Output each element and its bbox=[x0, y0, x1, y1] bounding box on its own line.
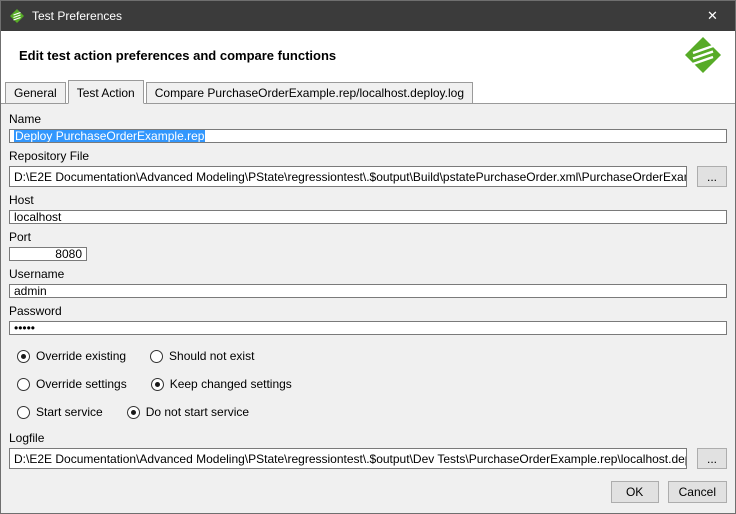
host-label: Host bbox=[9, 193, 727, 207]
password-input[interactable]: ••••• bbox=[9, 321, 727, 335]
host-input[interactable]: localhost bbox=[9, 210, 727, 224]
dialog-footer: OK Cancel bbox=[9, 469, 727, 503]
radio-label: Override settings bbox=[36, 377, 127, 391]
radio-keep-changed-settings[interactable]: Keep changed settings bbox=[151, 377, 292, 391]
logfile-label: Logfile bbox=[9, 431, 727, 445]
radio-label: Start service bbox=[36, 405, 103, 419]
tab-content: Name Deploy PurchaseOrderExample.rep Rep… bbox=[1, 104, 735, 513]
test-preferences-dialog: Test Preferences ✕ Edit test action pref… bbox=[0, 0, 736, 514]
window-title: Test Preferences bbox=[32, 9, 122, 23]
radio-label: Keep changed settings bbox=[170, 377, 292, 391]
e2e-logo-icon bbox=[683, 35, 723, 75]
radio-should-not-exist[interactable]: Should not exist bbox=[150, 349, 254, 363]
tab-general[interactable]: General bbox=[5, 82, 66, 104]
port-label: Port bbox=[9, 230, 727, 244]
radio-label: Override existing bbox=[36, 349, 126, 363]
radio-circle-icon[interactable] bbox=[151, 378, 164, 391]
logfile-browse-button[interactable]: ... bbox=[697, 448, 727, 469]
radio-start-service[interactable]: Start service bbox=[17, 405, 103, 419]
app-icon bbox=[9, 8, 25, 24]
settings-options-row: Override settings Keep changed settings bbox=[9, 377, 727, 391]
tab-bar: General Test Action Compare PurchaseOrde… bbox=[1, 79, 735, 104]
service-options-row: Start service Do not start service bbox=[9, 405, 727, 419]
radio-label: Do not start service bbox=[146, 405, 249, 419]
exist-options-row: Override existing Should not exist bbox=[9, 349, 727, 363]
radio-circle-icon[interactable] bbox=[17, 350, 30, 363]
logfile-input[interactable]: D:\E2E Documentation\Advanced Modeling\P… bbox=[9, 448, 687, 469]
name-input-value: Deploy PurchaseOrderExample.rep bbox=[14, 129, 205, 143]
radio-circle-icon[interactable] bbox=[127, 406, 140, 419]
titlebar[interactable]: Test Preferences ✕ bbox=[1, 1, 735, 31]
repository-file-input[interactable]: D:\E2E Documentation\Advanced Modeling\P… bbox=[9, 166, 687, 187]
close-icon[interactable]: ✕ bbox=[690, 1, 735, 31]
name-label: Name bbox=[9, 112, 727, 126]
username-input[interactable]: admin bbox=[9, 284, 727, 298]
password-label: Password bbox=[9, 304, 727, 318]
repository-file-browse-button[interactable]: ... bbox=[697, 166, 727, 187]
username-label: Username bbox=[9, 267, 727, 281]
radio-override-settings[interactable]: Override settings bbox=[17, 377, 127, 391]
tab-compare[interactable]: Compare PurchaseOrderExample.rep/localho… bbox=[146, 82, 473, 104]
radio-circle-icon[interactable] bbox=[17, 378, 30, 391]
radio-do-not-start-service[interactable]: Do not start service bbox=[127, 405, 249, 419]
radio-circle-icon[interactable] bbox=[17, 406, 30, 419]
cancel-button[interactable]: Cancel bbox=[668, 481, 727, 503]
radio-override-existing[interactable]: Override existing bbox=[17, 349, 126, 363]
name-input[interactable]: Deploy PurchaseOrderExample.rep bbox=[9, 129, 727, 143]
tab-test-action[interactable]: Test Action bbox=[68, 80, 144, 104]
dialog-header: Edit test action preferences and compare… bbox=[1, 31, 735, 79]
port-input[interactable]: 8080 bbox=[9, 247, 87, 261]
ok-button[interactable]: OK bbox=[611, 481, 659, 503]
repository-file-label: Repository File bbox=[9, 149, 727, 163]
radio-circle-icon[interactable] bbox=[150, 350, 163, 363]
dialog-description: Edit test action preferences and compare… bbox=[19, 48, 336, 63]
radio-label: Should not exist bbox=[169, 349, 254, 363]
